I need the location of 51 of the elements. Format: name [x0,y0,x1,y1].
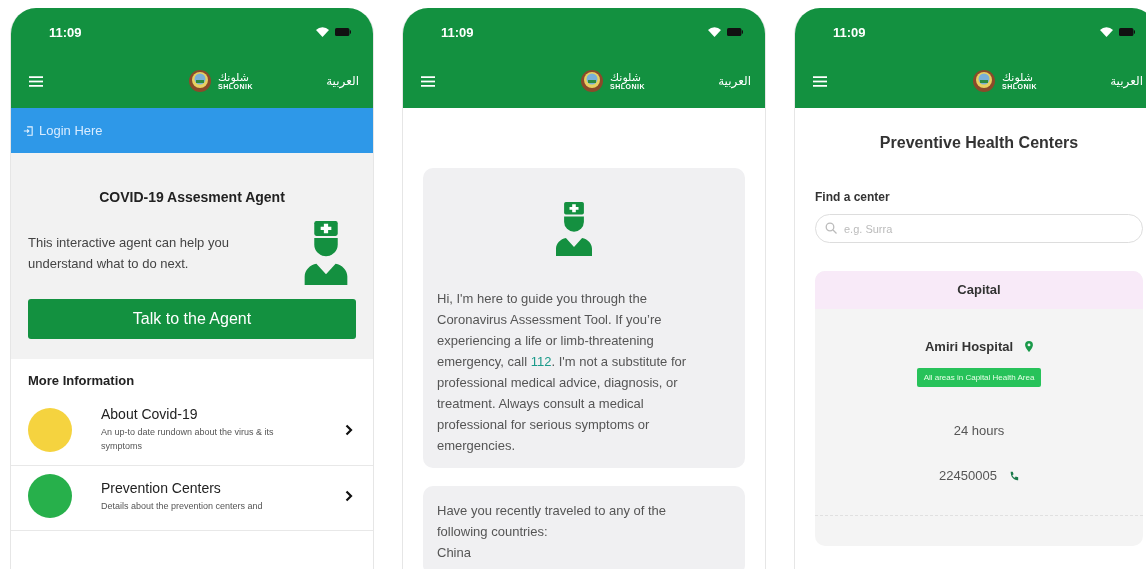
emblem-icon [972,69,997,93]
login-icon [23,125,33,136]
status-time: 11:09 [49,24,82,40]
search-field[interactable]: e.g. Surra [815,214,1143,243]
region-header: Capital [815,271,1143,309]
language-link[interactable]: العربية [1110,74,1143,88]
center-name: Amiri Hospital [924,339,1014,354]
item-description: Details about the prevention centers and [101,499,264,513]
wifi-icon [708,27,721,37]
wifi-icon [1100,27,1113,37]
chevron-icon [345,423,353,436]
country-text: China [437,544,472,562]
language-link[interactable]: العربية [326,74,359,88]
status-time: 11:09 [833,24,866,40]
menu-icon[interactable] [421,75,435,87]
card-title: COVID-19 Assesment Agent [98,189,286,205]
info-list-item[interactable]: About Covid-19 An up-to date rundown about the virus & its symptoms [11,398,373,466]
message-text: Have you recently traveled to any of the following countries: [437,502,668,541]
location-pin-icon[interactable] [1025,341,1034,352]
logo-arabic-text: شلونك [610,72,642,83]
item-title: Prevention Centers [101,479,222,496]
item-description: An up-to date rundown about the virus & its symptoms [101,426,275,453]
emblem-icon [188,69,213,93]
card-text: This interactive agent can help you understand what to do next. [28,234,230,273]
wifi-icon [316,27,329,37]
page-title: Preventive Health Centers [878,134,1080,152]
language-link[interactable]: العربية [718,74,751,88]
battery-icon [1119,28,1135,36]
logo-arabic-text: شلونك [218,72,250,83]
talk-button[interactable]: Talk to the Agent [28,299,356,339]
phone-number: 22450005 [939,468,997,483]
chevron-icon [345,490,353,502]
logo-arabic-text: شلونك [1002,72,1034,83]
login-label: Login Here [39,123,103,138]
battery-icon [335,28,351,36]
message-text: Hi, I'm here to guide you through the Coronavirus Assessment Tool. If you’re experiencing a life or limb-threatening emergency, call 112. I'm not a substitute for professional medical advice, diagnosis, or treatment. Always consult a medical professional for serious symptoms or emergencies. [437,290,688,455]
area-tag: All areas in Capital Health Area [916,368,1042,387]
battery-icon [727,28,743,36]
info-list-item[interactable]: Prevention Centers Details about the prevention centers and [11,466,373,531]
field-label: Find a center [815,190,891,204]
hours-text: 24 hours [953,423,1005,438]
emblem-icon [580,69,605,93]
search-icon [825,222,837,234]
doctor-icon [556,200,592,258]
phone-icon[interactable] [1008,470,1019,481]
login-bar[interactable]: Login Here [11,108,373,153]
section-heading: More Information [27,373,136,388]
menu-icon[interactable] [29,75,43,87]
menu-icon[interactable] [813,75,827,87]
status-time: 11:09 [441,24,474,40]
item-title: About Covid-19 [101,406,199,422]
